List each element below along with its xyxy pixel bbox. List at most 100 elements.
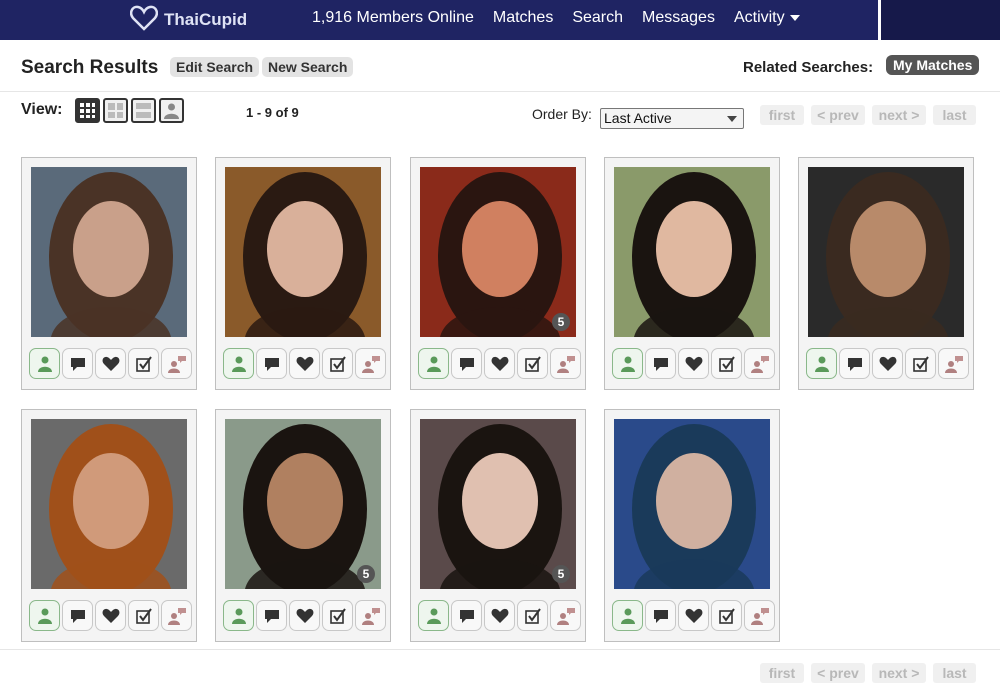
pager-prev-button-bottom[interactable]: < prev xyxy=(811,663,865,683)
profile-actions xyxy=(612,348,775,379)
view-profile-button[interactable] xyxy=(223,600,254,631)
checkbox-button[interactable] xyxy=(905,348,936,379)
new-search-button[interactable]: New Search xyxy=(262,57,354,77)
nav-matches[interactable]: Matches xyxy=(493,9,553,27)
profile-photo[interactable] xyxy=(614,419,770,589)
message-button[interactable] xyxy=(451,600,482,631)
nav-activity-label: Activity xyxy=(733,9,785,26)
logo[interactable]: ThaiCupid xyxy=(129,5,248,36)
profile-photo[interactable]: 5 xyxy=(225,419,381,589)
message-button[interactable] xyxy=(256,600,287,631)
heart-button[interactable] xyxy=(872,348,903,379)
grid-large-view-icon[interactable] xyxy=(103,98,128,123)
chevron-down-icon xyxy=(789,14,800,21)
view-profile-button[interactable] xyxy=(29,600,60,631)
chat-user-button[interactable] xyxy=(744,348,775,379)
profile-card xyxy=(215,157,391,390)
profile-photo[interactable] xyxy=(31,167,187,337)
profile-photo[interactable] xyxy=(31,419,187,589)
edit-search-button[interactable]: Edit Search xyxy=(170,57,260,77)
checkbox-button[interactable] xyxy=(517,600,548,631)
page-title: Search Results xyxy=(21,57,159,78)
pager-prev-button[interactable]: < prev xyxy=(811,105,865,125)
single-profile-view-icon[interactable] xyxy=(159,98,184,123)
profile-actions xyxy=(806,348,969,379)
view-profile-button[interactable] xyxy=(806,348,837,379)
checkbox-button[interactable] xyxy=(128,348,159,379)
heart-button[interactable] xyxy=(484,600,515,631)
message-button[interactable] xyxy=(451,348,482,379)
chat-user-button[interactable] xyxy=(744,600,775,631)
profile-photo[interactable]: 5 xyxy=(420,167,576,337)
related-searches-label: Related Searches: xyxy=(743,59,874,76)
list-view-icon[interactable] xyxy=(131,98,156,123)
heart-button[interactable] xyxy=(484,348,515,379)
message-button[interactable] xyxy=(645,600,676,631)
heart-logo-icon xyxy=(129,5,159,36)
profile-card xyxy=(798,157,974,390)
chat-user-button[interactable] xyxy=(161,600,192,631)
profile-card xyxy=(604,409,780,642)
heart-button[interactable] xyxy=(289,600,320,631)
nav-messages[interactable]: Messages xyxy=(642,9,715,27)
profile-actions xyxy=(223,348,386,379)
message-button[interactable] xyxy=(62,348,93,379)
heart-button[interactable] xyxy=(678,348,709,379)
view-label: View: xyxy=(21,101,63,118)
profile-photo[interactable]: 5 xyxy=(420,419,576,589)
chat-user-button[interactable] xyxy=(550,600,581,631)
pager-first-button[interactable]: first xyxy=(760,105,804,125)
logo-text: ThaiCupid xyxy=(164,10,248,29)
chat-user-button[interactable] xyxy=(161,348,192,379)
photo-count-badge: 5 xyxy=(552,313,570,331)
photo-count-badge: 5 xyxy=(552,565,570,583)
message-button[interactable] xyxy=(645,348,676,379)
heart-button[interactable] xyxy=(678,600,709,631)
view-profile-button[interactable] xyxy=(223,348,254,379)
checkbox-button[interactable] xyxy=(711,600,742,631)
pager-first-button-bottom[interactable]: first xyxy=(760,663,804,683)
profile-photo[interactable] xyxy=(808,167,964,337)
pager-last-button-bottom[interactable]: last xyxy=(933,663,976,683)
top-nav-bar: ThaiCupid 1,916 Members Online Matches S… xyxy=(0,0,1000,40)
chat-user-button[interactable] xyxy=(355,348,386,379)
checkbox-button[interactable] xyxy=(128,600,159,631)
pager-last-button[interactable]: last xyxy=(933,105,976,125)
members-online-link[interactable]: 1,916 Members Online xyxy=(312,9,474,27)
nav-search[interactable]: Search xyxy=(572,9,623,27)
checkbox-button[interactable] xyxy=(322,348,353,379)
profile-actions xyxy=(223,600,386,631)
view-profile-button[interactable] xyxy=(29,348,60,379)
chat-user-button[interactable] xyxy=(550,348,581,379)
profile-actions xyxy=(29,600,192,631)
my-matches-button[interactable]: My Matches xyxy=(886,55,980,75)
profile-actions xyxy=(418,348,581,379)
heart-button[interactable] xyxy=(95,600,126,631)
profile-photo[interactable] xyxy=(614,167,770,337)
chat-user-button[interactable] xyxy=(355,600,386,631)
checkbox-button[interactable] xyxy=(517,348,548,379)
profile-card: 5 xyxy=(215,409,391,642)
checkbox-button[interactable] xyxy=(322,600,353,631)
order-by-select[interactable]: Last Active xyxy=(600,108,744,129)
message-button[interactable] xyxy=(62,600,93,631)
view-profile-button[interactable] xyxy=(612,600,643,631)
heart-button[interactable] xyxy=(289,348,320,379)
grid-small-view-icon[interactable] xyxy=(75,98,100,123)
pager-next-button-bottom[interactable]: next > xyxy=(872,663,926,683)
order-by-label: Order By: xyxy=(532,106,592,122)
profile-actions xyxy=(612,600,775,631)
profile-card xyxy=(604,157,780,390)
view-profile-button[interactable] xyxy=(418,348,449,379)
chat-user-button[interactable] xyxy=(938,348,969,379)
profile-photo[interactable] xyxy=(225,167,381,337)
nav-activity[interactable]: Activity xyxy=(734,9,800,27)
view-profile-button[interactable] xyxy=(612,348,643,379)
heart-button[interactable] xyxy=(95,348,126,379)
view-profile-button[interactable] xyxy=(418,600,449,631)
message-button[interactable] xyxy=(839,348,870,379)
checkbox-button[interactable] xyxy=(711,348,742,379)
pager-next-button[interactable]: next > xyxy=(872,105,926,125)
nav-right-panel xyxy=(878,0,1000,40)
message-button[interactable] xyxy=(256,348,287,379)
